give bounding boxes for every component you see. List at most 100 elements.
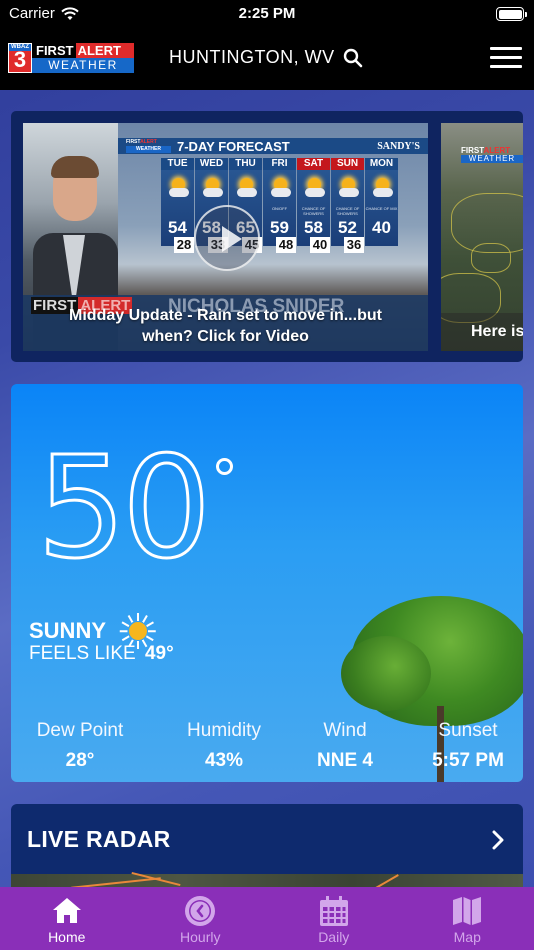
hamburger-menu-icon[interactable] (490, 47, 522, 69)
metric-value: 43% (204, 750, 244, 771)
forecast-graphic-title: 7-DAY FORECAST (177, 138, 290, 154)
condition-label: SUNNY (29, 618, 107, 643)
video-carousel[interactable]: FIRSTALERT WEATHER 7-DAY FORECAST SANDY'… (11, 111, 523, 362)
calendar-icon (319, 896, 348, 926)
metric-wind: Wind NNE 4 (306, 720, 384, 772)
tree-canopy-side (341, 636, 431, 711)
forecast-day-name: FRI (263, 158, 296, 170)
logo-channel: 3 (13, 47, 27, 72)
forecast-day: SAT CHANCE OF SHOWERS 58 (297, 158, 330, 246)
tab-label: Daily (318, 929, 350, 945)
wsaz-first-alert-logo[interactable]: WBAZ 3 FIRST ALERT WEATHER (8, 43, 134, 73)
metric-label: Humidity (187, 720, 261, 741)
forecast-condition: ON/OFF (271, 206, 288, 211)
feels-like-value: 49° (144, 643, 174, 664)
partly-cloudy-icon (263, 170, 296, 206)
forecast-condition: CHANCE OF MIX (365, 206, 398, 211)
logo-first: FIRST (32, 43, 76, 58)
partly-cloudy-icon (195, 170, 228, 206)
live-radar-title: LIVE RADAR (27, 826, 171, 852)
forecast-day-name: TUE (161, 158, 194, 170)
partly-cloudy-icon (161, 170, 194, 206)
video-caption[interactable]: Here is (441, 313, 523, 351)
tab-home[interactable]: Home (0, 887, 134, 950)
map-icon (453, 897, 482, 925)
location-selector[interactable]: HUNTINGTON, WV (169, 47, 363, 68)
logo-channel-badge: WBAZ 3 (8, 43, 32, 73)
forecast-low: 48 (276, 237, 296, 253)
tab-hourly[interactable]: Hourly (134, 887, 268, 950)
video-2-logo: FIRSTALERT WEATHER (461, 147, 523, 164)
forecast-day: SUN CHANCE OF SHOWERS 52 (331, 158, 364, 246)
partly-cloudy-icon (331, 170, 364, 206)
metric-value: 5:57 PM (432, 750, 504, 771)
tab-label: Map (453, 929, 481, 945)
tab-label: Hourly (180, 929, 221, 945)
metric-value: NNE 4 (317, 750, 373, 771)
forecast-day-name: MON (365, 158, 398, 170)
status-bar: Carrier 2:25 PM (0, 0, 534, 30)
feels-like: FEELS LIKE 49° (29, 643, 174, 665)
forecast-condition (161, 206, 194, 218)
forecast-day: TUE 54 (161, 158, 194, 246)
metric-sunset: Sunset 5:57 PM (423, 720, 513, 772)
forecast-low: 28 (174, 237, 194, 253)
app-header: WBAZ 3 FIRST ALERT WEATHER HUNTINGTON, W… (0, 30, 534, 90)
location-label: HUNTINGTON, WV (169, 47, 335, 67)
forecast-condition: CHANCE OF SHOWERS (301, 206, 326, 216)
tab-map[interactable]: Map (401, 887, 534, 950)
partly-cloudy-icon (229, 170, 262, 206)
feels-like-label: FEELS LIKE (29, 643, 136, 664)
partly-cloudy-icon (365, 170, 398, 206)
metric-dew-point: Dew Point 28° (29, 720, 131, 772)
metric-value: 28° (65, 750, 95, 771)
forecast-high: 54 (168, 218, 187, 237)
graphic-first: FIRST (126, 139, 141, 145)
forecast-condition: CHANCE OF SHOWERS (335, 206, 360, 216)
forecast-sponsor: SANDY'S (377, 140, 420, 152)
current-temperature: 50 (35, 427, 212, 590)
tab-daily[interactable]: Daily (267, 887, 401, 950)
status-time: 2:25 PM (238, 5, 296, 22)
metric-humidity: Humidity 43% (176, 720, 272, 772)
map-road (471, 243, 511, 273)
forecast-day-name: SAT (297, 158, 330, 170)
video-2-weather: WEATHER (461, 155, 523, 163)
forecast-high: 52 (338, 218, 357, 237)
forecast-high: 59 (270, 218, 289, 237)
metric-label: Wind (323, 720, 367, 741)
forecast-day: FRI ON/OFF 59 (263, 158, 296, 246)
forecast-low: 40 (310, 237, 330, 253)
video-caption[interactable]: Midday Update - Rain set to move in...bu… (23, 305, 428, 347)
video-card[interactable]: FIRSTALERT WEATHER Here is (441, 123, 523, 351)
forecast-high: 58 (304, 218, 323, 237)
metric-label: Dew Point (36, 720, 124, 741)
forecast-graphic-logo: FIRSTALERT WEATHER (126, 139, 171, 153)
metric-label: Sunset (438, 720, 498, 741)
play-button[interactable] (194, 205, 260, 271)
partly-cloudy-icon (297, 170, 330, 206)
presenter-hair (51, 156, 99, 178)
forecast-day-name: WED (195, 158, 228, 170)
clock-icon (185, 896, 216, 926)
tab-bar: Home Hourly Daily Map (0, 887, 534, 950)
logo-alert: ALERT (75, 43, 134, 58)
degree-symbol (216, 458, 233, 475)
video-card[interactable]: FIRSTALERT WEATHER 7-DAY FORECAST SANDY'… (23, 123, 428, 351)
home-icon (52, 898, 81, 923)
logo-weather: WEATHER (32, 58, 134, 73)
battery-icon (496, 7, 527, 21)
search-icon[interactable] (343, 48, 363, 68)
chevron-right-icon[interactable] (491, 830, 505, 850)
logo-words: FIRST ALERT WEATHER (32, 43, 134, 73)
logo-station: WBAZ (9, 44, 31, 51)
forecast-day: MON CHANCE OF MIX 40 (365, 158, 398, 246)
forecast-low: 36 (344, 237, 364, 253)
forecast-graphic-header: FIRSTALERT WEATHER 7-DAY FORECAST SANDY'… (118, 138, 428, 154)
current-conditions-card: 50 SUNNY FEELS LIKE 49° Dew Point 28° Hu… (11, 384, 523, 782)
forecast-high: 40 (372, 218, 391, 237)
forecast-day-name: SUN (331, 158, 364, 170)
tab-label: Home (48, 929, 86, 945)
graphic-weather: WEATHER (126, 146, 171, 153)
graphic-alert: ALERT (140, 139, 157, 145)
